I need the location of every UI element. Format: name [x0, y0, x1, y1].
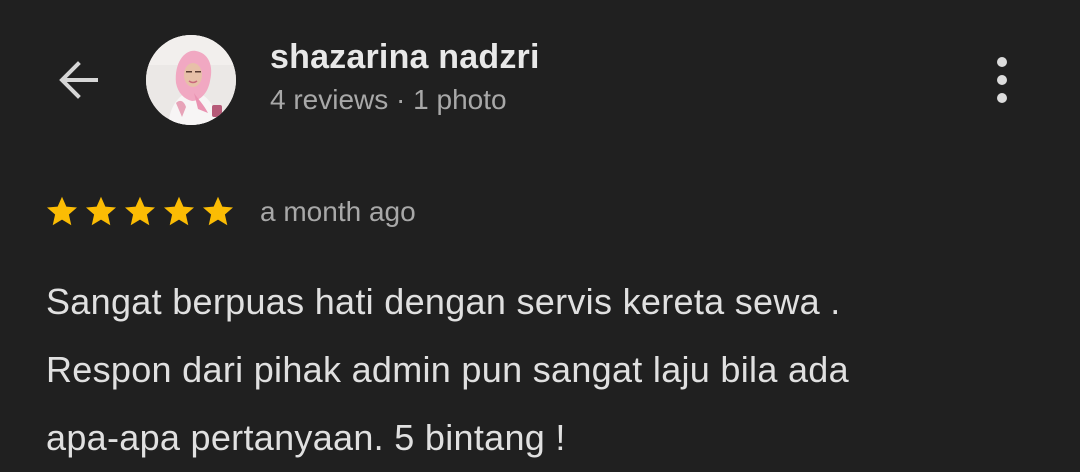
avatar-image — [146, 35, 236, 125]
review-line: apa-apa pertanyaan. 5 bintang ! — [46, 417, 566, 458]
star-icon — [47, 196, 77, 226]
review-line: Respon dari pihak admin pun sangat laju … — [46, 349, 849, 390]
more-options-button[interactable] — [978, 52, 1026, 108]
star-icon — [203, 196, 233, 226]
star-icon — [86, 196, 116, 226]
reviewer-meta: 4 reviews · 1 photo — [270, 84, 507, 115]
rating-row: a month ago — [44, 190, 416, 234]
avatar[interactable] — [146, 35, 236, 125]
star-icon — [164, 196, 194, 226]
review-time: a month ago — [260, 196, 416, 227]
reviewer-name[interactable]: shazarina nadzri — [270, 38, 540, 77]
review-text: Sangat berpuas hati dengan servis kereta… — [46, 268, 1056, 472]
review-line: Sangat berpuas hati dengan servis kereta… — [46, 281, 841, 322]
star-rating — [44, 194, 236, 230]
star-icon — [125, 196, 155, 226]
more-vert-icon — [997, 57, 1007, 103]
arrow-back-icon — [59, 61, 98, 99]
review-header: shazarina nadzri 4 reviews · 1 photo — [0, 0, 1080, 160]
back-button[interactable] — [48, 50, 108, 110]
